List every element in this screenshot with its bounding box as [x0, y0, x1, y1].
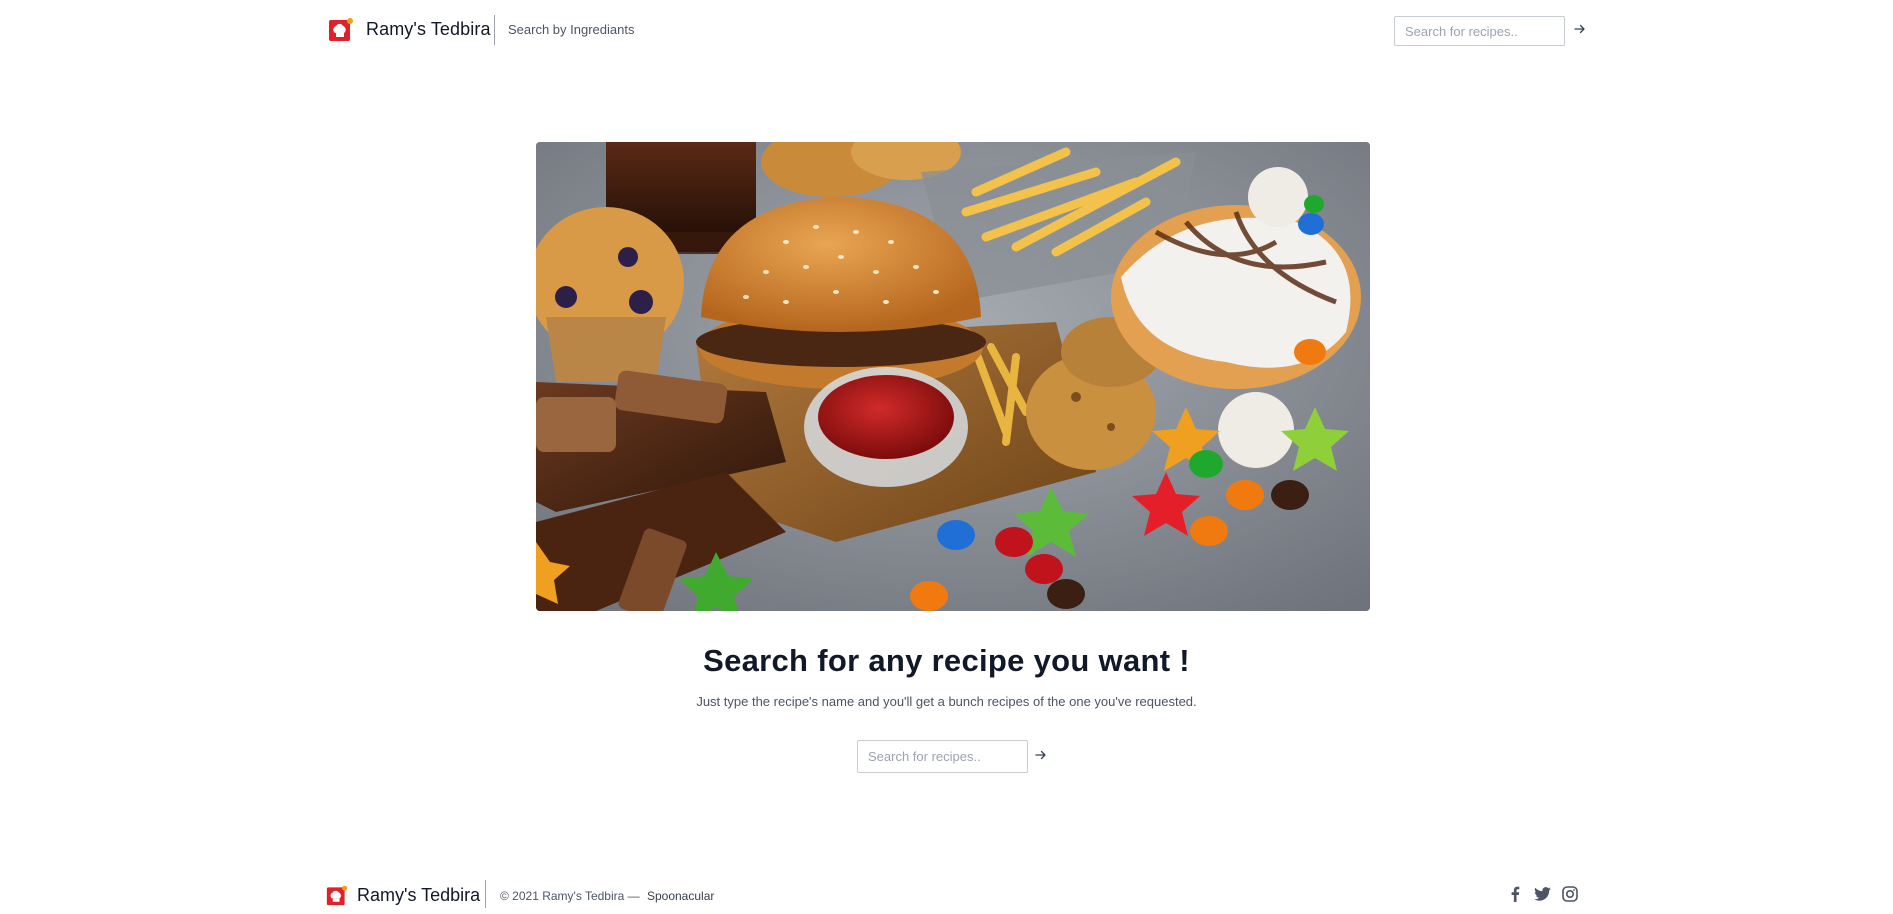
- arrow-right-icon: [1574, 24, 1585, 34]
- copyright-text: © 2021 Ramy's Tedbira — Spoonacular: [500, 889, 714, 903]
- chef-hat-logo-icon[interactable]: [326, 884, 348, 906]
- header-search-input[interactable]: [1394, 16, 1565, 46]
- hero-food-image: [536, 142, 1370, 611]
- hero-headline: Search for any recipe you want !: [703, 643, 1190, 678]
- arrow-right-icon: [1035, 750, 1046, 760]
- footer-divider: [485, 880, 486, 908]
- footer-brand-name[interactable]: Ramy's Tedbira: [357, 885, 480, 906]
- hero-search-input[interactable]: [857, 740, 1028, 773]
- instagram-icon[interactable]: [1560, 884, 1580, 904]
- copyright-label: © 2021 Ramy's Tedbira —: [500, 889, 640, 903]
- top-navbar: Ramy's Tedbira Search by Ingrediants: [0, 0, 1893, 60]
- hero-search-submit-button[interactable]: [1032, 746, 1050, 764]
- twitter-icon[interactable]: [1532, 884, 1552, 904]
- chef-hat-logo-icon[interactable]: [328, 16, 354, 42]
- spoonacular-link[interactable]: Spoonacular: [647, 889, 714, 903]
- hero-subline: Just type the recipe's name and you'll g…: [696, 694, 1197, 709]
- facebook-icon[interactable]: [1505, 884, 1525, 904]
- nav-link-search-by-ingredients[interactable]: Search by Ingrediants: [508, 22, 634, 37]
- header-search-submit-button[interactable]: [1571, 20, 1589, 38]
- brand-name[interactable]: Ramy's Tedbira: [366, 19, 491, 40]
- header-divider: [494, 15, 495, 45]
